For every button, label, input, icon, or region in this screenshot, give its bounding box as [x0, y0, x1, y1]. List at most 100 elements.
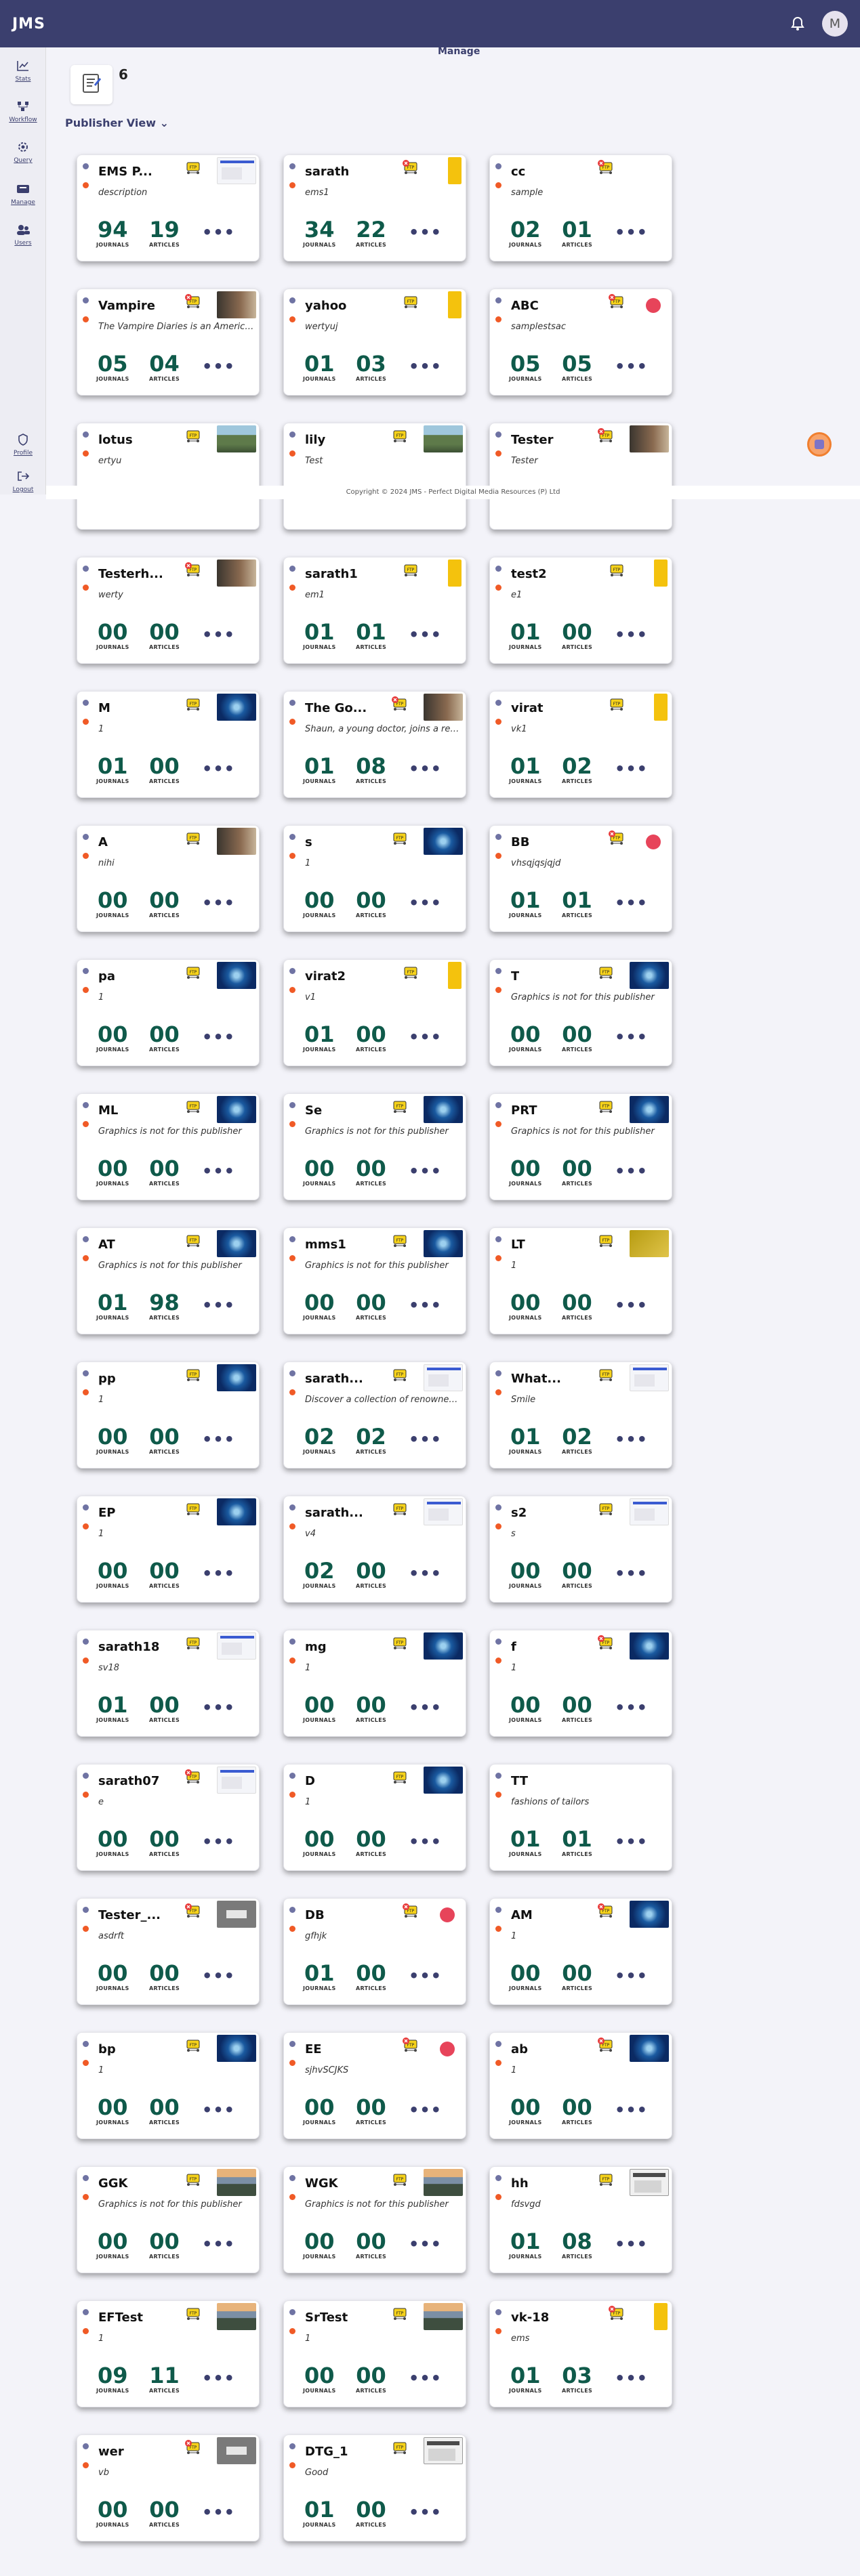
publisher-card[interactable]: vk-18 FTP ems 01 JOURNALS 03 ARTICLES •••	[489, 2300, 672, 2407]
journals-stat[interactable]: 01 JOURNALS	[509, 754, 542, 784]
journals-stat[interactable]: 00 JOURNALS	[303, 2095, 336, 2126]
more-options-icon[interactable]: •••	[409, 1163, 442, 1179]
publisher-card[interactable]: BB FTP vhsqjqsjqjd 01 JOURNALS 01 ARTICLES •••	[489, 825, 672, 932]
more-options-icon[interactable]: •••	[615, 1431, 648, 1448]
publisher-card[interactable]: SrTest FTP 1 00 JOURNALS 00 ARTICLES •••	[283, 2300, 466, 2407]
articles-stat[interactable]: 00 ARTICLES	[562, 2095, 592, 2126]
publisher-card[interactable]: sarath... FTP Discover a collection of ren…	[283, 1361, 466, 1469]
publisher-card[interactable]: sarath... FTP v4 02 JOURNALS 00 ARTICLES •••	[283, 1496, 466, 1603]
journals-stat[interactable]: 01 JOURNALS	[303, 620, 336, 650]
journals-stat[interactable]: 01 JOURNALS	[509, 888, 542, 919]
app-logo[interactable]: JMS	[12, 16, 45, 33]
more-options-icon[interactable]: •••	[202, 358, 235, 375]
articles-stat[interactable]: 22 ARTICLES	[356, 217, 386, 248]
more-options-icon[interactable]: •••	[615, 2370, 648, 2386]
journals-stat[interactable]: 01 JOURNALS	[303, 2497, 336, 2528]
more-options-icon[interactable]: •••	[202, 627, 235, 643]
publisher-card[interactable]: Vampire FTP The Vampire Diaries is an Amer…	[77, 289, 260, 396]
more-options-icon[interactable]: •••	[409, 1029, 442, 1045]
more-options-icon[interactable]: •••	[409, 627, 442, 643]
more-options-icon[interactable]: •••	[202, 1431, 235, 1448]
more-options-icon[interactable]: •••	[615, 2102, 648, 2118]
journals-stat[interactable]: 00 JOURNALS	[96, 1022, 129, 1053]
more-options-icon[interactable]: •••	[615, 627, 648, 643]
sidebar-item-users[interactable]: Users	[0, 221, 46, 247]
journals-stat[interactable]: 00 JOURNALS	[96, 1961, 129, 1991]
journals-stat[interactable]: 00 JOURNALS	[509, 1290, 542, 1321]
more-options-icon[interactable]: •••	[202, 1029, 235, 1045]
articles-stat[interactable]: 00 ARTICLES	[356, 1693, 386, 1723]
publisher-card[interactable]: sarath07 FTP e 00 JOURNALS 00 ARTICLES •••	[77, 1764, 260, 1871]
articles-stat[interactable]: 01 ARTICLES	[562, 1827, 592, 1857]
journals-stat[interactable]: 01 JOURNALS	[509, 1827, 542, 1857]
articles-stat[interactable]: 00 ARTICLES	[562, 1693, 592, 1723]
journals-stat[interactable]: 00 JOURNALS	[303, 888, 336, 919]
more-options-icon[interactable]: •••	[409, 2102, 442, 2118]
more-options-icon[interactable]: •••	[202, 2236, 235, 2252]
publisher-card[interactable]: pa FTP 1 00 JOURNALS 00 ARTICLES •••	[77, 959, 260, 1066]
articles-stat[interactable]: 00 ARTICLES	[562, 1156, 592, 1187]
publisher-card[interactable]: WGK FTP Graphics is not for this publisher…	[283, 2166, 466, 2273]
more-options-icon[interactable]: •••	[615, 895, 648, 911]
articles-stat[interactable]: 00 ARTICLES	[356, 1290, 386, 1321]
more-options-icon[interactable]: •••	[202, 1968, 235, 1984]
journals-stat[interactable]: 00 JOURNALS	[509, 1156, 542, 1187]
publisher-card[interactable]: s FTP 1 00 JOURNALS 00 ARTICLES •••	[283, 825, 466, 932]
more-options-icon[interactable]: •••	[409, 1297, 442, 1313]
publisher-card[interactable]: Tester_... FTP asdrft 00 JOURNALS 00 ARTICLES •…	[77, 1898, 260, 2005]
sidebar-item-query[interactable]: Query	[0, 138, 46, 164]
articles-stat[interactable]: 03 ARTICLES	[356, 352, 386, 382]
sidebar-item-manage[interactable]: Manage	[0, 180, 46, 206]
articles-stat[interactable]: 00 ARTICLES	[356, 2095, 386, 2126]
articles-stat[interactable]: 01 ARTICLES	[356, 620, 386, 650]
more-options-icon[interactable]: •••	[615, 1163, 648, 1179]
publisher-card[interactable]: f FTP 1 00 JOURNALS 00 ARTICLES •••	[489, 1630, 672, 1737]
more-options-icon[interactable]: •••	[409, 761, 442, 777]
more-options-icon[interactable]: •••	[409, 1699, 442, 1716]
more-options-icon[interactable]: •••	[202, 1163, 235, 1179]
publisher-card[interactable]: test2 FTP e1 01 JOURNALS 00 ARTICLES •••	[489, 557, 672, 664]
avatar[interactable]: M	[822, 11, 848, 37]
articles-stat[interactable]: 00 ARTICLES	[149, 1693, 180, 1723]
articles-stat[interactable]: 00 ARTICLES	[149, 1156, 180, 1187]
journals-stat[interactable]: 00 JOURNALS	[509, 1559, 542, 1589]
journals-stat[interactable]: 00 JOURNALS	[96, 2229, 129, 2260]
journals-stat[interactable]: 00 JOURNALS	[303, 1290, 336, 1321]
articles-stat[interactable]: 01 ARTICLES	[562, 217, 592, 248]
journals-stat[interactable]: 34 JOURNALS	[303, 217, 336, 248]
articles-stat[interactable]: 11 ARTICLES	[149, 2363, 180, 2394]
publisher-card[interactable]: virat FTP vk1 01 JOURNALS 02 ARTICLES •••	[489, 691, 672, 798]
journals-stat[interactable]: 94 JOURNALS	[96, 217, 129, 248]
publisher-card[interactable]: ML FTP Graphics is not for this publisher 0…	[77, 1093, 260, 1200]
articles-stat[interactable]: 00 ARTICLES	[149, 888, 180, 919]
publisher-card[interactable]: T FTP Graphics is not for this publisher 00…	[489, 959, 672, 1066]
more-options-icon[interactable]: •••	[615, 1699, 648, 1716]
more-options-icon[interactable]: •••	[615, 761, 648, 777]
articles-stat[interactable]: 02 ARTICLES	[356, 1424, 386, 1455]
journals-stat[interactable]: 01 JOURNALS	[96, 754, 129, 784]
publisher-card[interactable]: virat2 FTP v1 01 JOURNALS 00 ARTICLES •••	[283, 959, 466, 1066]
more-options-icon[interactable]: •••	[615, 224, 648, 240]
more-options-icon[interactable]: •••	[409, 1565, 442, 1582]
publisher-card[interactable]: D FTP 1 00 JOURNALS 00 ARTICLES •••	[283, 1764, 466, 1871]
more-options-icon[interactable]: •••	[409, 1968, 442, 1984]
journals-stat[interactable]: 00 JOURNALS	[96, 888, 129, 919]
articles-stat[interactable]: 00 ARTICLES	[356, 1827, 386, 1857]
sidebar-item-logout[interactable]: Logout	[0, 467, 46, 493]
more-options-icon[interactable]: •••	[615, 1029, 648, 1045]
more-options-icon[interactable]: •••	[202, 895, 235, 911]
sidebar-item-profile[interactable]: Profile	[0, 431, 46, 457]
journals-stat[interactable]: 01 JOURNALS	[303, 754, 336, 784]
articles-stat[interactable]: 00 ARTICLES	[149, 754, 180, 784]
more-options-icon[interactable]: •••	[409, 224, 442, 240]
journals-stat[interactable]: 00 JOURNALS	[509, 2095, 542, 2126]
articles-stat[interactable]: 00 ARTICLES	[149, 2497, 180, 2528]
publisher-card[interactable]: AT FTP Graphics is not for this publisher 0…	[77, 1227, 260, 1334]
journals-stat[interactable]: 00 JOURNALS	[96, 1559, 129, 1589]
journals-stat[interactable]: 01 JOURNALS	[509, 620, 542, 650]
publisher-card[interactable]: Se FTP Graphics is not for this publisher 0…	[283, 1093, 466, 1200]
publisher-card[interactable]: TT fashions of tailors 01 JOURNALS 01 ARTICLE…	[489, 1764, 672, 1871]
bell-icon[interactable]	[790, 16, 806, 32]
publisher-card[interactable]: pp FTP 1 00 JOURNALS 00 ARTICLES •••	[77, 1361, 260, 1469]
publisher-card[interactable]: EP FTP 1 00 JOURNALS 00 ARTICLES •••	[77, 1496, 260, 1603]
